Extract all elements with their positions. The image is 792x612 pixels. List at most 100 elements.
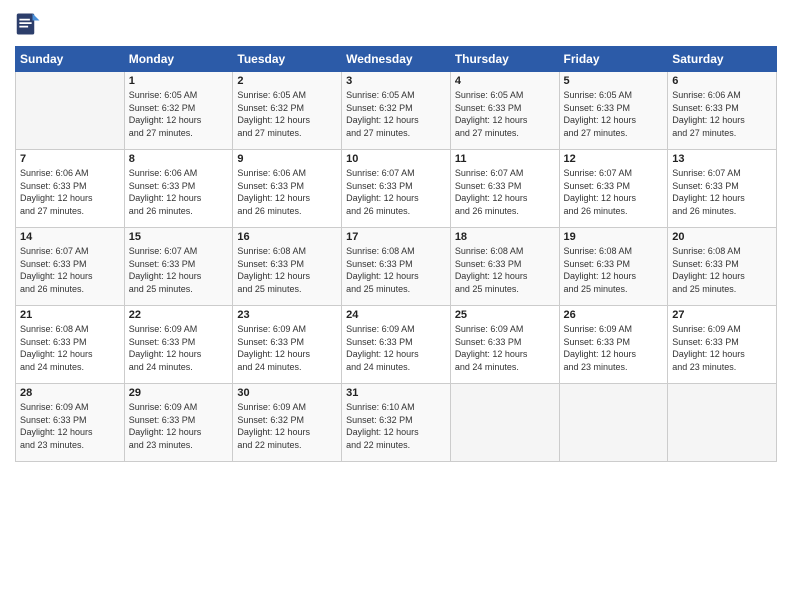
day-number: 12	[564, 153, 664, 165]
day-info: Sunrise: 6:06 AM Sunset: 6:33 PM Dayligh…	[237, 167, 337, 217]
logo-icon	[15, 10, 43, 38]
calendar-cell: 24 Sunrise: 6:09 AM Sunset: 6:33 PM Dayli…	[342, 306, 451, 384]
calendar-cell: 17 Sunrise: 6:08 AM Sunset: 6:33 PM Dayli…	[342, 228, 451, 306]
calendar-cell: 12 Sunrise: 6:07 AM Sunset: 6:33 PM Dayli…	[559, 150, 668, 228]
calendar-cell: 28 Sunrise: 6:09 AM Sunset: 6:33 PM Dayli…	[16, 384, 125, 462]
day-number: 17	[346, 231, 446, 243]
day-number: 20	[672, 231, 772, 243]
day-info: Sunrise: 6:05 AM Sunset: 6:32 PM Dayligh…	[237, 89, 337, 139]
calendar-cell: 19 Sunrise: 6:08 AM Sunset: 6:33 PM Dayli…	[559, 228, 668, 306]
day-info: Sunrise: 6:08 AM Sunset: 6:33 PM Dayligh…	[455, 245, 555, 295]
day-info: Sunrise: 6:05 AM Sunset: 6:33 PM Dayligh…	[564, 89, 664, 139]
column-header-friday: Friday	[559, 47, 668, 72]
calendar-cell: 13 Sunrise: 6:07 AM Sunset: 6:33 PM Dayli…	[668, 150, 777, 228]
day-info: Sunrise: 6:09 AM Sunset: 6:33 PM Dayligh…	[129, 323, 229, 373]
column-header-thursday: Thursday	[450, 47, 559, 72]
column-header-monday: Monday	[124, 47, 233, 72]
week-row-3: 14Sunrise: 6:07 AM Sunset: 6:33 PM Dayli…	[16, 228, 777, 306]
day-info: Sunrise: 6:08 AM Sunset: 6:33 PM Dayligh…	[20, 323, 120, 373]
day-number: 3	[346, 75, 446, 87]
day-info: Sunrise: 6:06 AM Sunset: 6:33 PM Dayligh…	[672, 89, 772, 139]
day-info: Sunrise: 6:09 AM Sunset: 6:33 PM Dayligh…	[20, 401, 120, 451]
calendar-cell: 2 Sunrise: 6:05 AM Sunset: 6:32 PM Daylig…	[233, 72, 342, 150]
day-number: 11	[455, 153, 555, 165]
calendar-cell: 18 Sunrise: 6:08 AM Sunset: 6:33 PM Dayli…	[450, 228, 559, 306]
calendar-cell: 21 Sunrise: 6:08 AM Sunset: 6:33 PM Dayli…	[16, 306, 125, 384]
calendar-header-row: SundayMondayTuesdayWednesdayThursdayFrid…	[16, 47, 777, 72]
calendar-cell: 26 Sunrise: 6:09 AM Sunset: 6:33 PM Dayli…	[559, 306, 668, 384]
calendar-cell: 3 Sunrise: 6:05 AM Sunset: 6:32 PM Daylig…	[342, 72, 451, 150]
day-info: Sunrise: 6:05 AM Sunset: 6:32 PM Dayligh…	[346, 89, 446, 139]
calendar-cell	[668, 384, 777, 462]
week-row-2: 7 Sunrise: 6:06 AM Sunset: 6:33 PM Daylig…	[16, 150, 777, 228]
day-info: Sunrise: 6:07 AM Sunset: 6:33 PM Dayligh…	[455, 167, 555, 217]
day-number: 25	[455, 309, 555, 321]
calendar-cell: 30 Sunrise: 6:09 AM Sunset: 6:32 PM Dayli…	[233, 384, 342, 462]
day-number: 5	[564, 75, 664, 87]
calendar-cell: 15 Sunrise: 6:07 AM Sunset: 6:33 PM Dayli…	[124, 228, 233, 306]
page: SundayMondayTuesdayWednesdayThursdayFrid…	[0, 0, 792, 612]
day-info: Sunrise: 6:05 AM Sunset: 6:32 PM Dayligh…	[129, 89, 229, 139]
day-number: 2	[237, 75, 337, 87]
column-header-tuesday: Tuesday	[233, 47, 342, 72]
calendar-cell	[450, 384, 559, 462]
calendar-cell: 23Sunrise: 6:09 AM Sunset: 6:33 PM Dayli…	[233, 306, 342, 384]
column-header-wednesday: Wednesday	[342, 47, 451, 72]
day-info: Sunrise: 6:09 AM Sunset: 6:33 PM Dayligh…	[455, 323, 555, 373]
day-number: 28	[20, 387, 120, 399]
calendar-cell: 5 Sunrise: 6:05 AM Sunset: 6:33 PM Daylig…	[559, 72, 668, 150]
calendar-cell: 6Sunrise: 6:06 AM Sunset: 6:33 PM Daylig…	[668, 72, 777, 150]
day-number: 7	[20, 153, 120, 165]
day-info: Sunrise: 6:08 AM Sunset: 6:33 PM Dayligh…	[237, 245, 337, 295]
day-info: Sunrise: 6:09 AM Sunset: 6:33 PM Dayligh…	[346, 323, 446, 373]
day-info: Sunrise: 6:06 AM Sunset: 6:33 PM Dayligh…	[20, 167, 120, 217]
header	[15, 10, 777, 38]
day-info: Sunrise: 6:08 AM Sunset: 6:33 PM Dayligh…	[346, 245, 446, 295]
calendar-cell	[16, 72, 125, 150]
calendar-cell: 22Sunrise: 6:09 AM Sunset: 6:33 PM Dayli…	[124, 306, 233, 384]
day-number: 9	[237, 153, 337, 165]
day-number: 8	[129, 153, 229, 165]
day-info: Sunrise: 6:05 AM Sunset: 6:33 PM Dayligh…	[455, 89, 555, 139]
calendar-cell: 7 Sunrise: 6:06 AM Sunset: 6:33 PM Daylig…	[16, 150, 125, 228]
day-number: 26	[564, 309, 664, 321]
week-row-4: 21 Sunrise: 6:08 AM Sunset: 6:33 PM Dayli…	[16, 306, 777, 384]
day-info: Sunrise: 6:07 AM Sunset: 6:33 PM Dayligh…	[672, 167, 772, 217]
day-number: 10	[346, 153, 446, 165]
day-number: 16	[237, 231, 337, 243]
day-info: Sunrise: 6:09 AM Sunset: 6:33 PM Dayligh…	[564, 323, 664, 373]
day-number: 4	[455, 75, 555, 87]
day-number: 18	[455, 231, 555, 243]
week-row-5: 28 Sunrise: 6:09 AM Sunset: 6:33 PM Dayli…	[16, 384, 777, 462]
day-info: Sunrise: 6:07 AM Sunset: 6:33 PM Dayligh…	[20, 245, 120, 295]
calendar-cell: 1 Sunrise: 6:05 AM Sunset: 6:32 PM Daylig…	[124, 72, 233, 150]
column-header-sunday: Sunday	[16, 47, 125, 72]
calendar-cell: 29Sunrise: 6:09 AM Sunset: 6:33 PM Dayli…	[124, 384, 233, 462]
calendar-cell: 14Sunrise: 6:07 AM Sunset: 6:33 PM Dayli…	[16, 228, 125, 306]
day-info: Sunrise: 6:07 AM Sunset: 6:33 PM Dayligh…	[129, 245, 229, 295]
day-number: 13	[672, 153, 772, 165]
calendar-cell: 31Sunrise: 6:10 AM Sunset: 6:32 PM Dayli…	[342, 384, 451, 462]
day-info: Sunrise: 6:07 AM Sunset: 6:33 PM Dayligh…	[564, 167, 664, 217]
day-number: 21	[20, 309, 120, 321]
day-number: 30	[237, 387, 337, 399]
logo	[15, 10, 47, 38]
day-number: 27	[672, 309, 772, 321]
calendar-cell: 4 Sunrise: 6:05 AM Sunset: 6:33 PM Daylig…	[450, 72, 559, 150]
day-info: Sunrise: 6:08 AM Sunset: 6:33 PM Dayligh…	[672, 245, 772, 295]
day-number: 15	[129, 231, 229, 243]
calendar-cell: 8 Sunrise: 6:06 AM Sunset: 6:33 PM Daylig…	[124, 150, 233, 228]
day-info: Sunrise: 6:09 AM Sunset: 6:33 PM Dayligh…	[129, 401, 229, 451]
day-info: Sunrise: 6:09 AM Sunset: 6:32 PM Dayligh…	[237, 401, 337, 451]
day-number: 19	[564, 231, 664, 243]
day-number: 1	[129, 75, 229, 87]
column-header-saturday: Saturday	[668, 47, 777, 72]
day-info: Sunrise: 6:06 AM Sunset: 6:33 PM Dayligh…	[129, 167, 229, 217]
calendar-cell	[559, 384, 668, 462]
day-info: Sunrise: 6:08 AM Sunset: 6:33 PM Dayligh…	[564, 245, 664, 295]
calendar-cell: 11 Sunrise: 6:07 AM Sunset: 6:33 PM Dayli…	[450, 150, 559, 228]
day-number: 24	[346, 309, 446, 321]
week-row-1: 1 Sunrise: 6:05 AM Sunset: 6:32 PM Daylig…	[16, 72, 777, 150]
day-info: Sunrise: 6:07 AM Sunset: 6:33 PM Dayligh…	[346, 167, 446, 217]
calendar-cell: 25 Sunrise: 6:09 AM Sunset: 6:33 PM Dayli…	[450, 306, 559, 384]
